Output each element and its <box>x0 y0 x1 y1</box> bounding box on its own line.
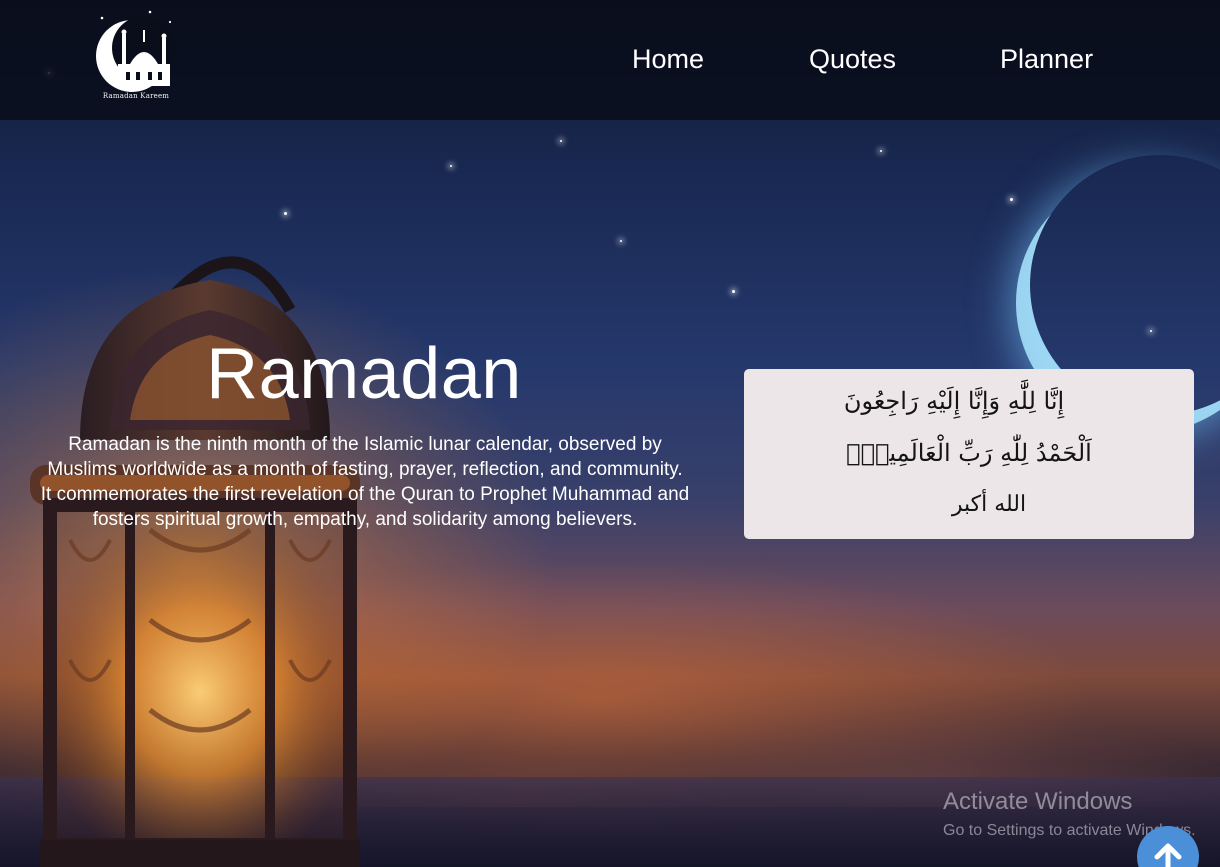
star-decoration <box>880 150 882 152</box>
quote-line: إِنَّا لِلَّٰهِ وَإِنَّا إِلَيْهِ رَاجِع… <box>843 387 1065 415</box>
quote-line: اَلْحَمْدُ لِلّٰهِ رَبِّ الْعَالَمِينَۙ <box>846 439 1092 467</box>
star-decoration <box>284 212 287 215</box>
hero-title: Ramadan <box>206 334 522 414</box>
star-decoration <box>732 290 735 293</box>
nav-quotes-link[interactable]: Quotes <box>809 44 896 75</box>
nav-home-link[interactable]: Home <box>632 44 704 75</box>
nav-planner-link[interactable]: Planner <box>1000 44 1093 75</box>
quote-card: إِنَّا لِلَّٰهِ وَإِنَّا إِلَيْهِ رَاجِع… <box>744 369 1194 539</box>
star-decoration <box>620 240 622 242</box>
star-decoration <box>1010 198 1013 201</box>
quote-line: الله أكبر <box>951 492 1027 517</box>
activate-windows-title: Activate Windows <box>943 788 1133 815</box>
arrow-up-icon <box>1154 843 1182 867</box>
logo-caption: Ramadan Kareem <box>102 92 170 100</box>
star-decoration <box>560 140 562 142</box>
page: Ramadan Kareem Home Quotes Planner Ramad… <box>0 0 1220 867</box>
star-decoration <box>450 165 452 167</box>
mosque-crescent-icon[interactable] <box>88 4 188 104</box>
star-decoration <box>1150 330 1152 332</box>
site-header: Ramadan Kareem Home Quotes Planner <box>0 0 1220 120</box>
hero-description: Ramadan is the ninth month of the Islami… <box>40 434 690 530</box>
